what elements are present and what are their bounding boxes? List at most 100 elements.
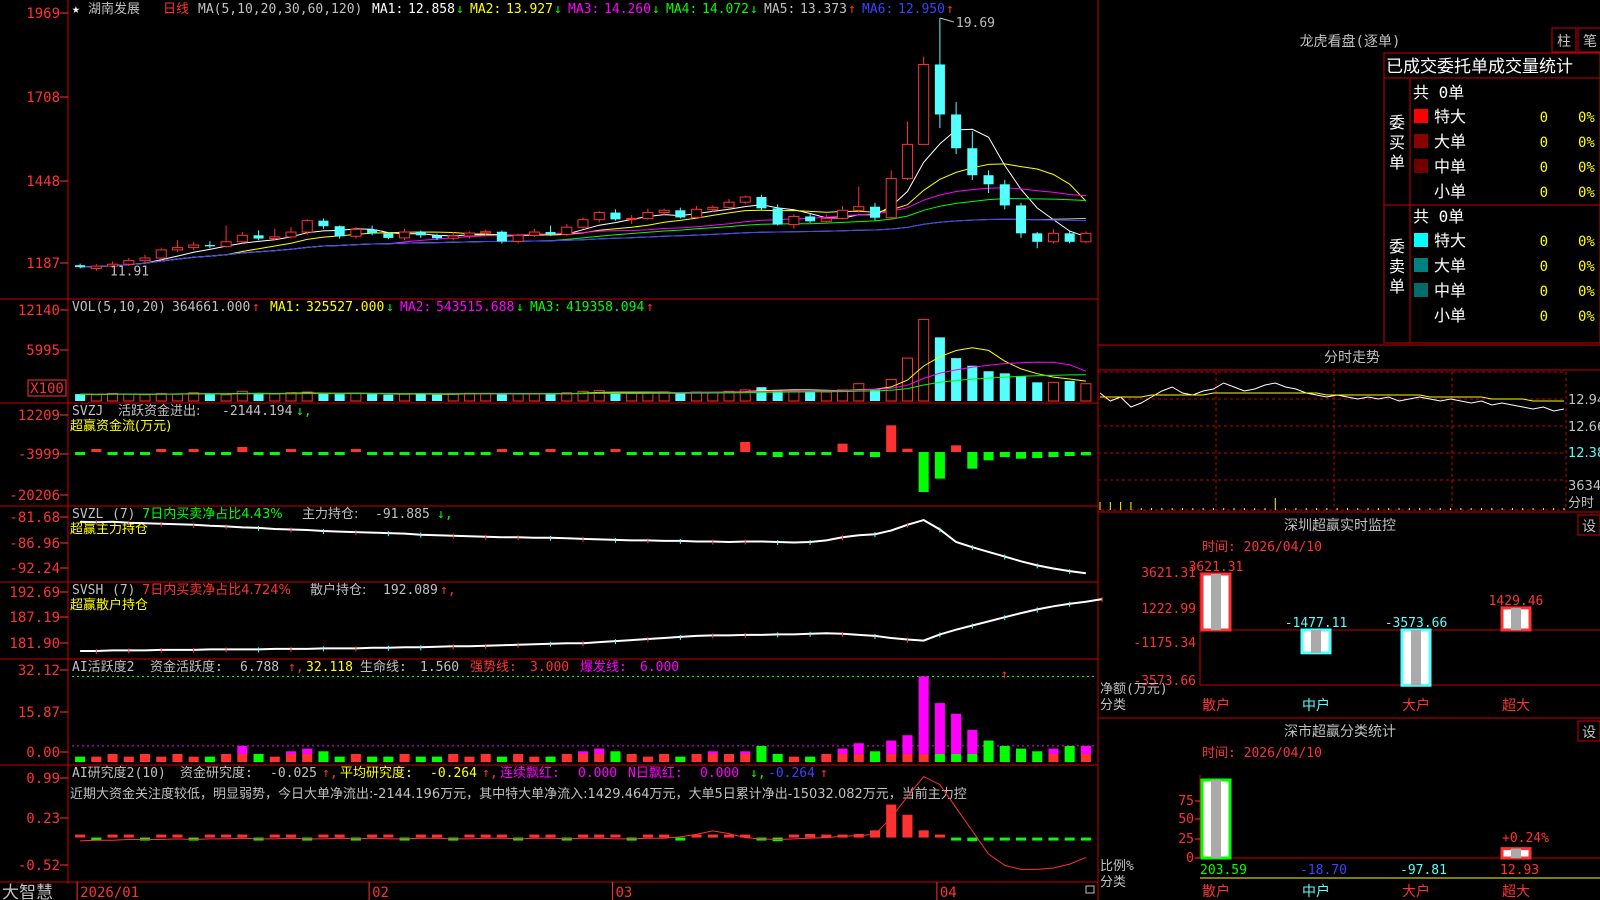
candle[interactable] xyxy=(577,217,589,229)
lhb-toggle-button[interactable]: 柱 xyxy=(1551,27,1577,53)
candle[interactable] xyxy=(512,233,524,244)
ai-active-bar xyxy=(886,753,897,762)
candle[interactable] xyxy=(837,206,849,220)
candle[interactable] xyxy=(756,194,767,210)
candle[interactable] xyxy=(999,180,1010,210)
svzl-param: (7) xyxy=(112,507,135,522)
candle[interactable] xyxy=(188,241,200,250)
candle[interactable] xyxy=(90,263,102,271)
ai-research-bar xyxy=(285,834,297,838)
lhb-swatch xyxy=(1414,134,1428,148)
ai-research-bar xyxy=(788,834,799,838)
vol-bar xyxy=(496,394,507,401)
candle[interactable] xyxy=(869,202,881,221)
candle[interactable] xyxy=(1080,231,1092,244)
candle[interactable] xyxy=(788,214,800,229)
candle[interactable] xyxy=(204,241,215,249)
svzj-bar xyxy=(983,452,994,461)
candle[interactable] xyxy=(220,225,232,248)
sz-class-settings-button[interactable]: 设 xyxy=(1577,720,1600,742)
candle[interactable] xyxy=(561,223,573,236)
sz-monitor-bar: -3573.66 大户 xyxy=(1385,616,1448,714)
lhb-row: 特大 0 0% xyxy=(1414,107,1595,126)
candle[interactable] xyxy=(951,102,962,155)
candle[interactable] xyxy=(269,228,281,241)
candle[interactable] xyxy=(285,227,297,239)
lhb-sell-total: 共 0单 xyxy=(1413,207,1464,226)
candle[interactable] xyxy=(463,231,475,239)
candle[interactable] xyxy=(399,228,411,241)
sz-monitor-unit: 净额(万元) xyxy=(1100,682,1168,697)
candle[interactable] xyxy=(75,263,86,269)
svzl-chart: SVZL (7) 7日内买卖净占比4.43% 主力持仓: -91.885 ↓,超赢主力持仓 xyxy=(70,506,1087,575)
candle[interactable] xyxy=(1047,229,1059,244)
period-label[interactable]: 日线 xyxy=(163,2,189,17)
candle[interactable] xyxy=(642,208,654,220)
intraday-y-label: 12.94 xyxy=(1568,393,1600,408)
candle[interactable] xyxy=(901,121,913,181)
candle[interactable] xyxy=(593,210,605,223)
ai-active-bar-top xyxy=(237,745,248,754)
sz-class-top-label: +0.24% xyxy=(1502,831,1549,846)
candle[interactable] xyxy=(983,170,994,194)
candle[interactable] xyxy=(155,248,167,260)
candle[interactable] xyxy=(528,228,540,237)
lhb-toggle-button[interactable]: 笔 xyxy=(1577,27,1600,53)
vol-bar xyxy=(610,392,621,401)
candle[interactable] xyxy=(1064,231,1075,244)
candle[interactable] xyxy=(610,209,621,221)
ai-research-bar xyxy=(594,834,605,838)
intraday-title: 分时走势 xyxy=(1324,350,1380,366)
candle[interactable] xyxy=(675,207,686,219)
candle[interactable] xyxy=(658,208,670,216)
candle[interactable] xyxy=(967,131,978,181)
sz-class-value: 203.59 xyxy=(1200,863,1247,878)
candle[interactable] xyxy=(820,214,832,223)
candle[interactable] xyxy=(171,240,183,253)
lhb-row-pct: 0% xyxy=(1578,135,1595,151)
ai-research-bar xyxy=(367,834,378,838)
candle[interactable] xyxy=(853,186,865,213)
svzj-bar xyxy=(172,452,183,455)
candle[interactable] xyxy=(318,218,329,229)
candle[interactable] xyxy=(918,56,930,145)
lhb-row-pct: 0% xyxy=(1578,259,1595,275)
candle[interactable] xyxy=(139,254,151,263)
ai-research-bar xyxy=(902,814,913,838)
sz-monitor-settings-button[interactable]: 设 xyxy=(1577,514,1600,536)
svzj-chart: SVZJ 活跃资金进出: -2144.194 ↓, 超赢资金流(万元) xyxy=(70,403,1091,492)
candle[interactable] xyxy=(934,18,945,129)
candle[interactable] xyxy=(1032,232,1043,249)
candle[interactable] xyxy=(885,170,897,220)
candle[interactable] xyxy=(301,219,313,235)
lhb-side-label: 委买单 xyxy=(1389,113,1405,172)
svsh-arrow: ↑, xyxy=(440,583,456,598)
favorite-star-icon[interactable]: ★ xyxy=(72,2,80,17)
sz-monitor-title: 深圳超赢实时监控 xyxy=(1284,517,1396,534)
settings-label: 设 xyxy=(1582,519,1596,535)
candle[interactable] xyxy=(1015,202,1027,238)
candle[interactable] xyxy=(723,198,735,210)
lock-icon[interactable] xyxy=(1085,885,1095,894)
sz-monitor-bar: -1477.11 中户 xyxy=(1285,616,1348,714)
y-tick-label: -86.96 xyxy=(9,536,60,552)
lhb-swatch xyxy=(1414,283,1428,297)
svg-text:买: 买 xyxy=(1389,133,1405,152)
candle[interactable] xyxy=(626,215,638,224)
candle[interactable] xyxy=(496,230,507,244)
candle[interactable] xyxy=(691,206,703,220)
ai-research-bar xyxy=(951,837,962,841)
ma-label: MA6: xyxy=(862,2,893,17)
lhb-row-count: 0 xyxy=(1540,135,1548,151)
ai-active-bar xyxy=(756,753,767,762)
candle[interactable] xyxy=(739,195,751,205)
vol-bar xyxy=(951,358,962,401)
sz-monitor-category: 中户 xyxy=(1302,697,1330,714)
lhb-title: 龙虎看盘(逐单) xyxy=(1300,33,1401,50)
svzj-bar xyxy=(123,452,134,455)
lhb-row-pct: 0% xyxy=(1578,110,1595,126)
candle[interactable] xyxy=(253,230,264,241)
ai-research-item: ↑, xyxy=(322,766,338,781)
candle[interactable] xyxy=(236,232,248,244)
ai-active-bar xyxy=(334,756,345,762)
